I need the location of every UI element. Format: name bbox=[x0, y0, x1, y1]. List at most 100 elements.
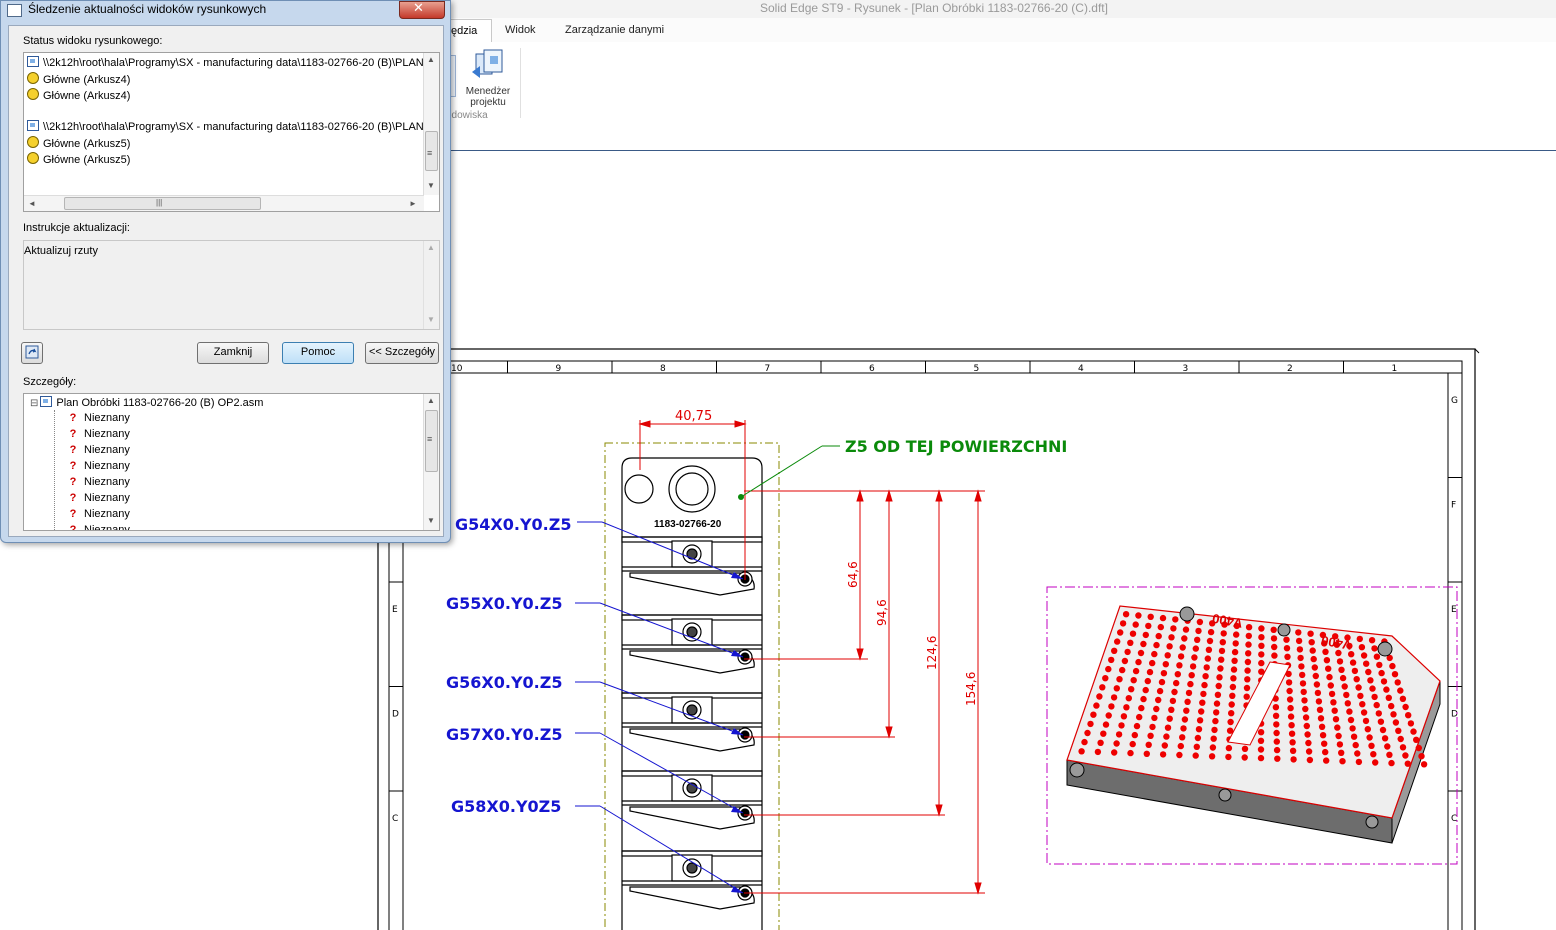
iso-plate: V400 V400 bbox=[1066, 605, 1441, 844]
instructions-vscroll[interactable]: ▲ ▼ bbox=[423, 241, 439, 329]
tab-narzedzia-label: ędzia bbox=[451, 25, 478, 37]
out-of-date-icon bbox=[27, 136, 39, 148]
drawing-file-icon bbox=[27, 56, 39, 67]
unknown-status-icon: ? bbox=[69, 412, 77, 424]
scroll-right-icon[interactable]: ► bbox=[409, 199, 417, 208]
border-row-label: C bbox=[1451, 814, 1457, 824]
details-item-text: Nieznany bbox=[84, 508, 130, 520]
dialog-app-icon bbox=[7, 4, 22, 17]
status-hscroll-thumb[interactable] bbox=[64, 197, 261, 210]
status-row[interactable]: Główne (Arkusz5) bbox=[27, 152, 130, 166]
details-item[interactable]: ? Nieznany bbox=[68, 492, 130, 504]
unknown-status-icon: ? bbox=[69, 492, 77, 504]
border-row-label-left: C bbox=[392, 814, 398, 824]
project-manager-icon[interactable] bbox=[470, 48, 510, 84]
border-row-label: E bbox=[1451, 605, 1457, 615]
dim-top: 40,75 bbox=[675, 409, 712, 424]
project-manager-label-1: Menedżer bbox=[465, 86, 511, 97]
dialog-title: Śledzenie aktualności widoków rysunkowyc… bbox=[28, 2, 267, 16]
dim-v4: 154,6 bbox=[964, 672, 978, 706]
details-item-text: Nieznany bbox=[84, 476, 130, 488]
border-row-label-left: E bbox=[392, 605, 398, 615]
details-item-text: Nieznany bbox=[84, 412, 130, 424]
details-tree[interactable]: ⊟ Plan Obróbki 1183-02766-20 (B) OP2.asm … bbox=[23, 393, 440, 531]
border-col-label: 1 bbox=[1392, 364, 1398, 374]
border-row-label-left: D bbox=[392, 710, 399, 720]
status-list[interactable]: \\2k12h\root\hala\Programy\SX - manufact… bbox=[23, 52, 440, 212]
status-row[interactable]: Główne (Arkusz4) bbox=[27, 72, 130, 86]
border-col-label: 5 bbox=[974, 364, 980, 374]
unknown-status-icon: ? bbox=[69, 444, 77, 456]
details-item[interactable]: ? Nieznany bbox=[68, 444, 130, 456]
border-col-label: 8 bbox=[660, 364, 666, 374]
unknown-status-icon: ? bbox=[69, 524, 77, 531]
status-hscroll[interactable]: ◄ ||| ► bbox=[24, 195, 424, 211]
details-item[interactable]: ? Nieznany bbox=[68, 524, 130, 531]
details-item-text: Nieznany bbox=[84, 460, 130, 472]
dim-v1: 64,6 bbox=[846, 561, 860, 588]
gcode-label: G55X0.Y0.Z5 bbox=[446, 594, 562, 613]
dim-v2: 94,6 bbox=[875, 599, 889, 626]
dialog-client-area: Status widoku rysunkowego: \\2k12h\root\… bbox=[8, 25, 444, 537]
gcode-label: G54X0.Y0.Z5 bbox=[455, 515, 571, 534]
project-manager-label[interactable]: Menedżer projektu bbox=[460, 86, 516, 108]
details-scroll-up-icon[interactable]: ▲ bbox=[427, 396, 435, 405]
drawing-file-icon bbox=[27, 120, 39, 131]
border-col-label: 3 bbox=[1183, 364, 1189, 374]
help-button[interactable]: Pomoc bbox=[282, 342, 354, 364]
status-vscroll[interactable]: ▲ ≡ ▼ bbox=[423, 53, 439, 195]
details-scroll-down-icon[interactable]: ▼ bbox=[427, 516, 435, 525]
part-label: 1183-02766-20 bbox=[654, 519, 722, 530]
tab-zarzadzanie-danymi[interactable]: Zarządzanie danymi bbox=[565, 24, 664, 36]
status-row[interactable]: \\2k12h\root\hala\Programy\SX - manufact… bbox=[27, 120, 424, 133]
surface-note: Z5 OD TEJ POWIERZCHNI bbox=[845, 437, 1067, 456]
collapse-icon[interactable]: ⊟ bbox=[30, 398, 38, 409]
scroll-up-icon[interactable]: ▲ bbox=[427, 55, 435, 64]
unknown-status-icon: ? bbox=[69, 460, 77, 472]
details-item[interactable]: ? Nieznany bbox=[68, 476, 130, 488]
tab-widok[interactable]: Widok bbox=[505, 24, 536, 36]
scroll-left-icon[interactable]: ◄ bbox=[28, 199, 36, 208]
details-item[interactable]: ? Nieznany bbox=[68, 460, 130, 472]
details-label: Szczegóły: bbox=[23, 376, 77, 388]
border-col-label: 9 bbox=[556, 364, 562, 374]
instr-scroll-down-icon[interactable]: ▼ bbox=[427, 315, 435, 324]
out-of-date-icon bbox=[27, 88, 39, 100]
details-item-text: Nieznany bbox=[84, 524, 130, 531]
assembly-icon bbox=[40, 396, 53, 407]
status-row-text: Główne (Arkusz5) bbox=[43, 138, 131, 150]
status-row-text: Główne (Arkusz4) bbox=[43, 74, 131, 86]
out-of-date-icon bbox=[27, 152, 39, 164]
close-button[interactable]: Zamknij bbox=[197, 342, 269, 364]
border-row-label: F bbox=[1451, 501, 1456, 511]
details-root-row[interactable]: ⊟ Plan Obróbki 1183-02766-20 (B) OP2.asm bbox=[30, 396, 263, 409]
status-row[interactable]: Główne (Arkusz4) bbox=[27, 88, 130, 102]
details-toggle-button[interactable]: << Szczegóły bbox=[365, 342, 439, 364]
unknown-status-icon: ? bbox=[69, 428, 77, 440]
close-icon[interactable]: ✕ bbox=[413, 0, 424, 16]
border-col-label: 4 bbox=[1078, 364, 1084, 374]
view-tracker-dialog: Śledzenie aktualności widoków rysunkowyc… bbox=[0, 0, 451, 543]
border-col-label: 10 bbox=[451, 364, 463, 374]
status-row[interactable]: Główne (Arkusz5) bbox=[27, 136, 130, 150]
status-row-text: \\2k12h\root\hala\Programy\SX - manufact… bbox=[43, 121, 424, 133]
scroll-grip-h-icon: ||| bbox=[156, 198, 163, 207]
status-label: Status widoku rysunkowego: bbox=[23, 35, 163, 47]
status-row[interactable]: \\2k12h\root\hala\Programy\SX - manufact… bbox=[27, 56, 424, 69]
unknown-status-icon: ? bbox=[69, 508, 77, 520]
details-item[interactable]: ? Nieznany bbox=[68, 428, 130, 440]
scroll-down-icon[interactable]: ▼ bbox=[427, 181, 435, 190]
instr-scroll-up-icon[interactable]: ▲ bbox=[427, 243, 435, 252]
details-root-text: Plan Obróbki 1183-02766-20 (B) OP2.asm bbox=[56, 397, 264, 409]
details-item[interactable]: ? Nieznany bbox=[68, 508, 130, 520]
details-item-text: Nieznany bbox=[84, 428, 130, 440]
scroll-grip-icon: ≡ bbox=[427, 148, 433, 158]
ribbon-group-label: odowiska bbox=[446, 110, 488, 121]
details-vscroll[interactable]: ▲ ≡ ▼ bbox=[423, 394, 439, 530]
details-item[interactable]: ? Nieznany bbox=[68, 412, 130, 424]
tree-connector bbox=[54, 410, 56, 530]
refresh-icon bbox=[25, 345, 39, 359]
border-row-label: G bbox=[1451, 396, 1458, 406]
instructions-text: Aktualizuj rzuty bbox=[24, 245, 98, 257]
refresh-button[interactable] bbox=[21, 342, 43, 364]
